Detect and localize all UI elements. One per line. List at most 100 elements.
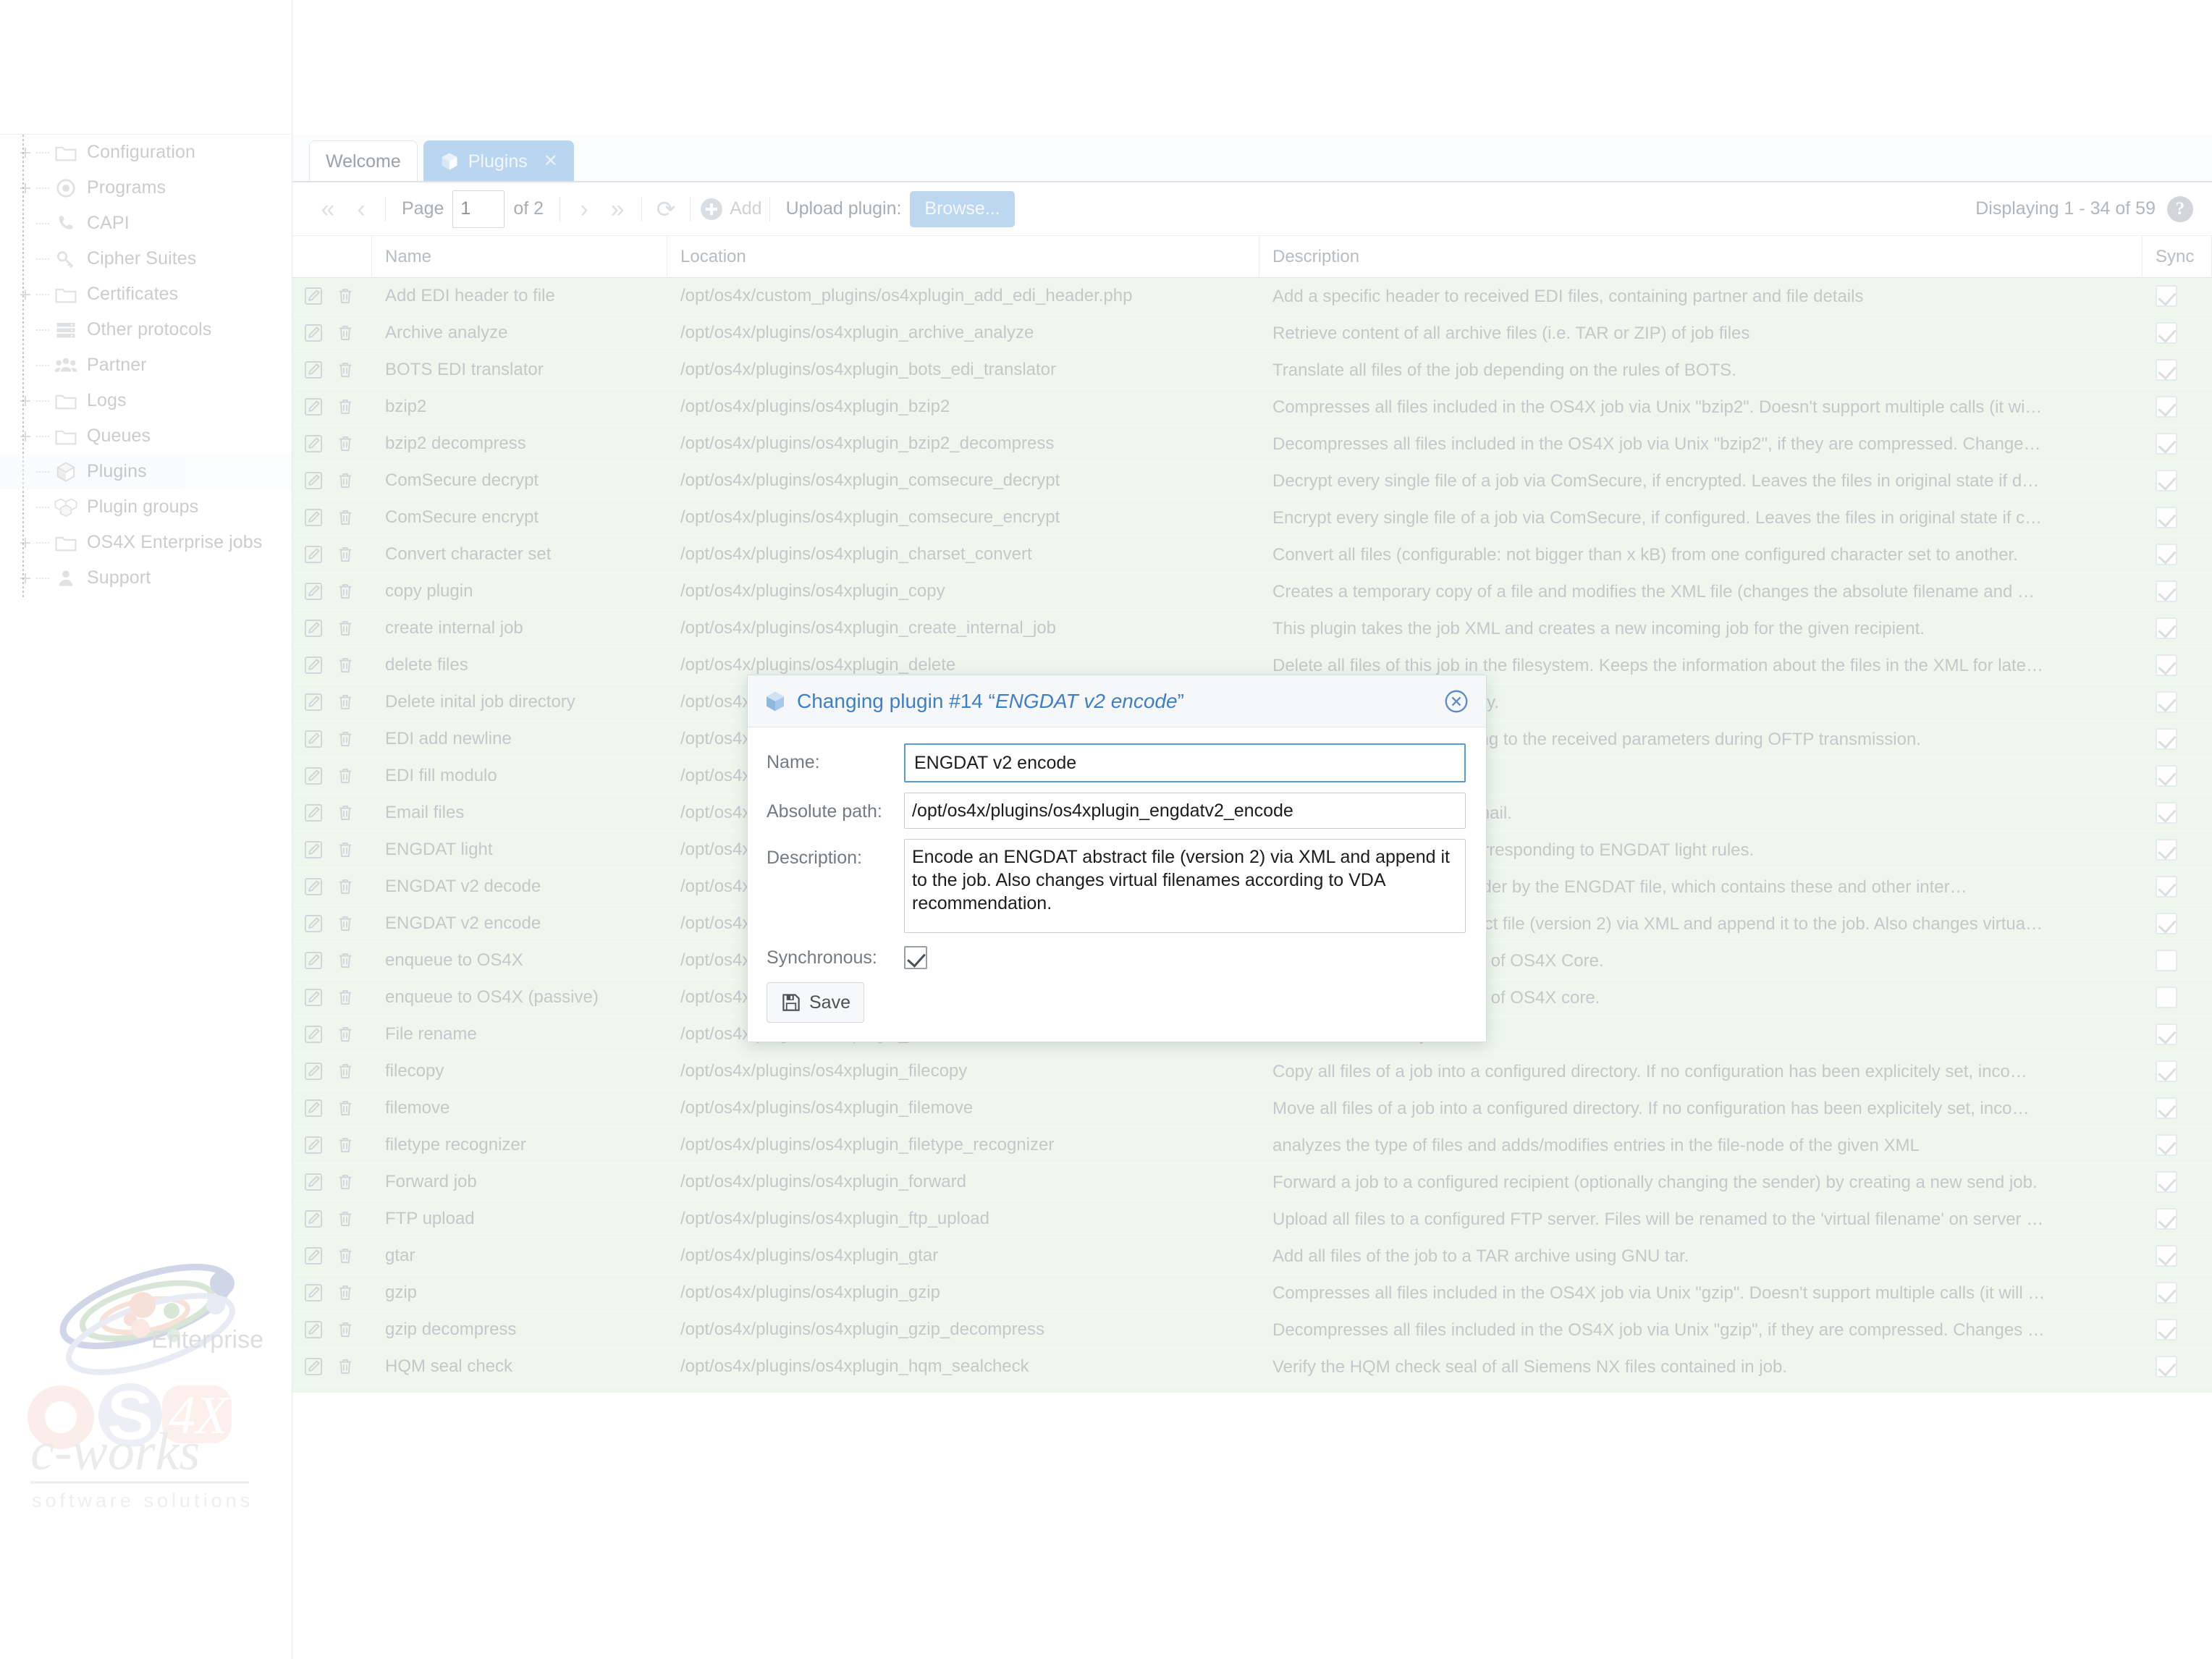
edit-icon[interactable] — [303, 654, 324, 676]
sync-checkbox[interactable] — [2156, 839, 2177, 861]
delete-icon[interactable] — [334, 765, 356, 787]
edit-icon[interactable] — [303, 581, 324, 602]
sync-checkbox[interactable] — [2156, 1319, 2177, 1341]
delete-icon[interactable] — [334, 654, 356, 676]
add-button[interactable]: Add — [701, 198, 761, 220]
table-row[interactable]: bzip2/opt/os4x/plugins/os4xplugin_bzip2C… — [292, 389, 2212, 426]
edit-icon[interactable] — [303, 1208, 324, 1230]
sync-checkbox[interactable] — [2156, 544, 2177, 565]
sync-checkbox[interactable] — [2156, 765, 2177, 787]
refresh-icon[interactable]: ⟳ — [649, 193, 683, 226]
sync-checkbox[interactable] — [2156, 1208, 2177, 1230]
edit-icon[interactable] — [303, 1134, 324, 1156]
edit-icon[interactable] — [303, 322, 324, 344]
sidebar-item-os4x-enterprise-jobs[interactable]: OS4X Enterprise jobs — [0, 525, 292, 560]
delete-icon[interactable] — [334, 1023, 356, 1045]
description-textarea[interactable] — [904, 839, 1466, 933]
edit-icon[interactable] — [303, 544, 324, 565]
expand-plus-icon[interactable] — [17, 570, 33, 586]
delete-icon[interactable] — [334, 1171, 356, 1193]
sync-checkbox[interactable] — [2156, 950, 2177, 971]
delete-icon[interactable] — [334, 433, 356, 455]
sync-checkbox[interactable] — [2156, 1245, 2177, 1267]
synchronous-checkbox[interactable] — [904, 946, 927, 969]
edit-icon[interactable] — [303, 691, 324, 713]
column-header-name[interactable]: Name — [372, 236, 667, 278]
sidebar-item-certificates[interactable]: Certificates — [0, 276, 292, 312]
edit-icon[interactable] — [303, 1356, 324, 1377]
delete-icon[interactable] — [334, 470, 356, 491]
delete-icon[interactable] — [334, 1356, 356, 1377]
edit-icon[interactable] — [303, 1319, 324, 1341]
delete-icon[interactable] — [334, 1060, 356, 1082]
sidebar-item-partner[interactable]: Partner — [0, 347, 292, 383]
sync-checkbox[interactable] — [2156, 654, 2177, 676]
table-row[interactable]: ComSecure decrypt/opt/os4x/plugins/os4xp… — [292, 463, 2212, 499]
table-row[interactable]: bzip2 decompress/opt/os4x/plugins/os4xpl… — [292, 426, 2212, 463]
sidebar-item-queues[interactable]: Queues — [0, 418, 292, 454]
delete-icon[interactable] — [334, 544, 356, 565]
column-header-description[interactable]: Description — [1259, 236, 2143, 278]
edit-icon[interactable] — [303, 396, 324, 418]
next-page-button[interactable]: › — [567, 193, 601, 226]
table-row[interactable]: Add EDI header to file/opt/os4x/custom_p… — [292, 278, 2212, 315]
delete-icon[interactable] — [334, 1208, 356, 1230]
edit-icon[interactable] — [303, 507, 324, 528]
table-row[interactable]: gtar/opt/os4x/plugins/os4xplugin_gtarAdd… — [292, 1238, 2212, 1275]
edit-icon[interactable] — [303, 876, 324, 898]
delete-icon[interactable] — [334, 285, 356, 307]
table-row[interactable]: copy plugin/opt/os4x/plugins/os4xplugin_… — [292, 573, 2212, 610]
sidebar-item-configuration[interactable]: Configuration — [0, 135, 292, 170]
delete-icon[interactable] — [334, 617, 356, 639]
expand-plus-icon[interactable] — [17, 287, 33, 303]
sync-checkbox[interactable] — [2156, 507, 2177, 528]
sidebar-item-capi[interactable]: CAPI — [0, 206, 292, 241]
delete-icon[interactable] — [334, 1134, 356, 1156]
name-input[interactable] — [904, 743, 1466, 782]
sync-checkbox[interactable] — [2156, 1060, 2177, 1082]
tab-plugins[interactable]: Plugins ✕ — [423, 140, 574, 182]
sidebar-item-programs[interactable]: Programs — [0, 170, 292, 206]
sync-checkbox[interactable] — [2156, 1134, 2177, 1156]
edit-icon[interactable] — [303, 617, 324, 639]
sync-checkbox[interactable] — [2156, 1171, 2177, 1193]
close-icon[interactable]: ✕ — [544, 153, 558, 170]
table-row[interactable]: gzip decompress/opt/os4x/plugins/os4xplu… — [292, 1312, 2212, 1348]
delete-icon[interactable] — [334, 987, 356, 1008]
delete-icon[interactable] — [334, 1319, 356, 1341]
edit-icon[interactable] — [303, 359, 324, 381]
close-icon[interactable] — [1443, 688, 1470, 715]
sync-checkbox[interactable] — [2156, 913, 2177, 934]
prev-page-button[interactable]: ‹ — [345, 193, 378, 226]
table-row[interactable]: FTP upload/opt/os4x/plugins/os4xplugin_f… — [292, 1201, 2212, 1238]
table-row[interactable]: gzip/opt/os4x/plugins/os4xplugin_gzipCom… — [292, 1275, 2212, 1312]
edit-icon[interactable] — [303, 433, 324, 455]
delete-icon[interactable] — [334, 913, 356, 934]
delete-icon[interactable] — [334, 691, 356, 713]
edit-icon[interactable] — [303, 1282, 324, 1304]
edit-icon[interactable] — [303, 1060, 324, 1082]
delete-icon[interactable] — [334, 1282, 356, 1304]
table-row[interactable]: filecopy/opt/os4x/plugins/os4xplugin_fil… — [292, 1053, 2212, 1090]
table-row[interactable]: Archive analyze/opt/os4x/plugins/os4xplu… — [292, 315, 2212, 352]
edit-icon[interactable] — [303, 765, 324, 787]
sync-checkbox[interactable] — [2156, 802, 2177, 824]
page-number-input[interactable] — [452, 190, 505, 228]
delete-icon[interactable] — [334, 507, 356, 528]
sync-checkbox[interactable] — [2156, 433, 2177, 455]
edit-icon[interactable] — [303, 1245, 324, 1267]
table-row[interactable]: ComSecure encrypt/opt/os4x/plugins/os4xp… — [292, 499, 2212, 536]
sidebar-item-other-protocols[interactable]: Other protocols — [0, 312, 292, 347]
delete-icon[interactable] — [334, 839, 356, 861]
sidebar-item-logs[interactable]: Logs — [0, 383, 292, 418]
edit-icon[interactable] — [303, 285, 324, 307]
table-row[interactable]: filetype recognizer/opt/os4x/plugins/os4… — [292, 1127, 2212, 1164]
sidebar-item-support[interactable]: Support — [0, 560, 292, 596]
edit-icon[interactable] — [303, 1097, 324, 1119]
sidebar-item-plugin-groups[interactable]: Plugin groups — [0, 489, 292, 525]
delete-icon[interactable] — [334, 1097, 356, 1119]
expand-plus-icon[interactable] — [17, 180, 33, 196]
sync-checkbox[interactable] — [2156, 728, 2177, 750]
help-icon[interactable]: ? — [2167, 196, 2193, 222]
table-row[interactable]: HQM seal check/opt/os4x/plugins/os4xplug… — [292, 1348, 2212, 1385]
